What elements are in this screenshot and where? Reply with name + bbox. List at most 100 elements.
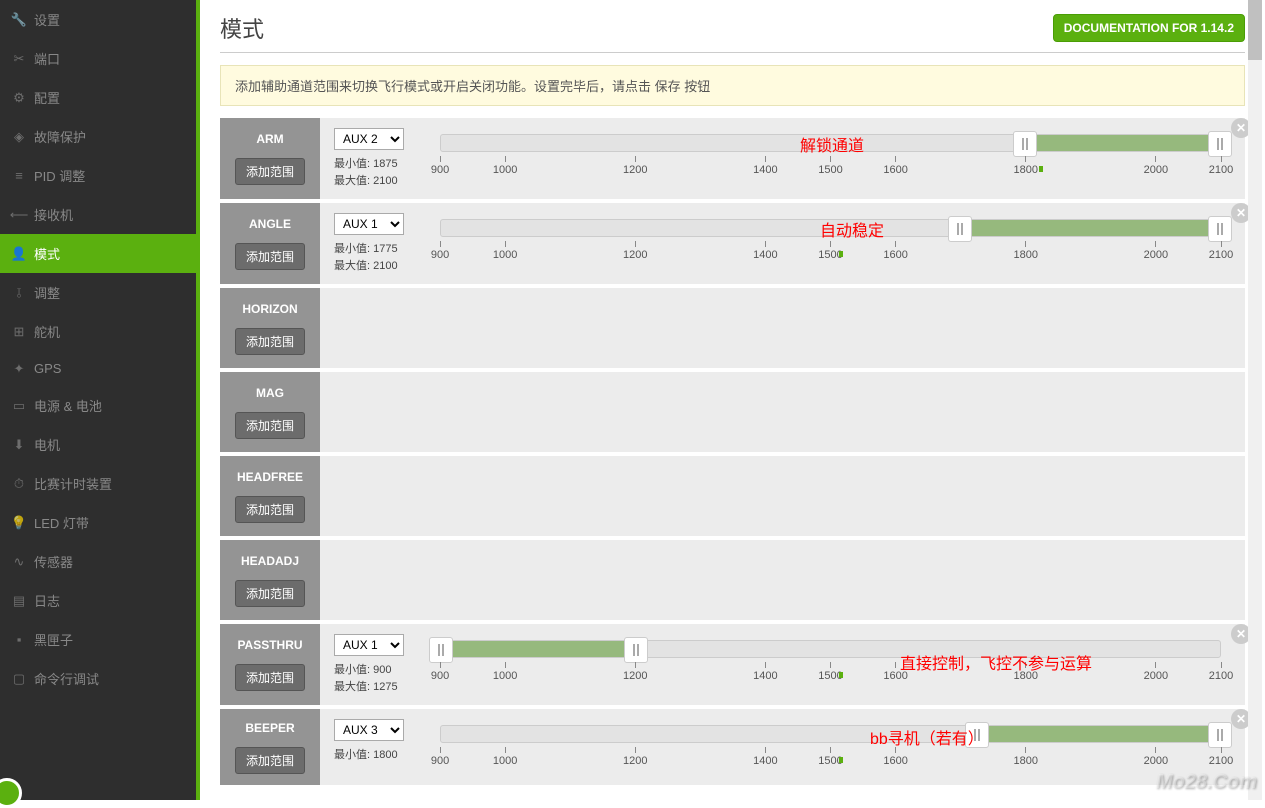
sidebar-item-tune[interactable]: ⫱调整 [0,273,196,312]
notice-banner: 添加辅助通道范围来切换飞行模式或开启关闭功能。设置完毕后，请点击 保存 按钮 [220,65,1245,106]
sidebar-item-motor[interactable]: ⬇ 电机 [0,425,196,464]
sidebar-item-label: 舵机 [34,322,60,341]
sidebar-item-gear[interactable]: ⚙ 配置 [0,78,196,117]
sidebar-item-sliders[interactable]: ≡PID 调整 [0,156,196,195]
mode-name: MAG [256,386,284,400]
range-fill [977,726,1220,742]
sidebar-item-plug[interactable]: ✂端口 [0,39,196,78]
cli-icon: ▢ [12,672,26,686]
mode-label: BEEPER添加范围 [220,709,320,785]
sidebar-item-timer[interactable]: ⏱比赛计时装置 [0,464,196,503]
sidebar-item-label: 配置 [34,88,60,107]
scrollbar[interactable] [1248,0,1262,800]
handle-right[interactable] [1208,722,1232,748]
sidebar-item-user[interactable]: 👤模式 [0,234,196,273]
documentation-button[interactable]: DOCUMENTATION FOR 1.14.2 [1053,14,1245,42]
sidebar-item-blackbox[interactable]: ▪ 黑匣子 [0,620,196,659]
sidebar-item-label: 日志 [34,591,60,610]
slider-area: 90010001200140015001600180020002100bb寻机（… [430,719,1231,775]
aux-select[interactable]: AUX 1AUX 2AUX 3AUX 4 [334,213,404,235]
slider-area: 90010001200140015001600180020002100直接控制，… [430,634,1231,690]
led-icon: 💡 [12,516,26,530]
sidebar-item-label: 设置 [34,10,60,29]
mode-body: AUX 1AUX 2AUX 3AUX 4 最小值: 1775最大值: 2100 90… [320,203,1245,284]
mode-row-headadj: HEADADJ 添加范围 [220,540,1245,620]
motor-icon: ⬇ [12,438,26,452]
mode-row-mag: MAG 添加范围 [220,372,1245,452]
handle-left[interactable] [948,216,972,242]
handle-right[interactable] [1208,216,1232,242]
mode-name: HORIZON [242,302,297,316]
handle-right[interactable] [624,637,648,663]
mode-label: ANGLE添加范围 [220,203,320,284]
add-range-button[interactable]: 添加范围 [235,664,305,691]
slider-area: 90010001200140015001600180020002100自动稳定 [430,213,1231,269]
mode-row-passthru: PASSTHRU 添加范围 AUX 1AUX 2AUX 3AUX 4 最小值: 900… [220,624,1245,705]
timer-icon: ⏱ [12,477,26,491]
sidebar-item-label: 电机 [34,435,60,454]
handle-left[interactable] [965,722,989,748]
sidebar-item-label: 模式 [34,244,60,263]
aux-select[interactable]: AUX 1AUX 2AUX 3AUX 4 [334,719,404,741]
receiver-icon: ⟵ [12,208,26,222]
sidebar-item-label: 端口 [34,49,60,68]
sidebar-item-label: 黑匣子 [34,630,73,649]
minmax-display: 最小值: 1875最大值: 2100 [334,156,414,189]
add-range-button[interactable]: 添加范围 [235,158,305,185]
battery-icon: ▭ [12,399,26,413]
mode-name: HEADADJ [241,554,299,568]
handle-right[interactable] [1208,131,1232,157]
aux-select[interactable]: AUX 1AUX 2AUX 3AUX 4 [334,128,404,150]
mode-row-arm: ARM 添加范围 AUX 1AUX 2AUX 3AUX 4 最小值: 1875最大值:… [220,118,1245,199]
sidebar-item-battery[interactable]: ▭ 电源 & 电池 [0,386,196,425]
main-content: 模式 DOCUMENTATION FOR 1.14.2 添加辅助通道范围来切换飞… [200,0,1265,800]
gps-icon: ✦ [12,362,26,376]
blackbox-icon: ▪ [12,633,26,647]
sidebar-item-servo[interactable]: ⊞舵机 [0,312,196,351]
sidebar-item-label: LED 灯带 [34,513,89,532]
slider-track[interactable] [440,219,1221,237]
slider-area: 90010001200140015001600180020002100解锁通道 [430,128,1231,184]
slider-track[interactable] [440,725,1221,743]
mode-name: PASSTHRU [237,638,302,652]
mode-row-headfree: HEADFREE添加范围 [220,456,1245,536]
sidebar-item-label: GPS [34,361,61,376]
handle-left[interactable] [1013,131,1037,157]
slider-track[interactable] [440,640,1221,658]
add-range-button[interactable]: 添加范围 [235,496,305,523]
mode-label: HEADADJ 添加范围 [220,540,320,620]
mode-body [320,372,1245,452]
minmax-display: 最小值: 1775最大值: 2100 [334,241,414,274]
sidebar-item-parachute[interactable]: ◈故障保护 [0,117,196,156]
mode-row-angle: ANGLE添加范围 AUX 1AUX 2AUX 3AUX 4 最小值: 1775最大… [220,203,1245,284]
add-range-button[interactable]: 添加范围 [235,243,305,270]
gear-icon: ⚙ [12,91,26,105]
mode-label: HEADFREE添加范围 [220,456,320,536]
sidebar-item-receiver[interactable]: ⟵接收机 [0,195,196,234]
sidebar-item-cli[interactable]: ▢命令行调试 [0,659,196,698]
add-range-button[interactable]: 添加范围 [235,412,305,439]
sidebar-item-label: 传感器 [34,552,73,571]
add-range-button[interactable]: 添加范围 [235,747,305,774]
mode-label: PASSTHRU 添加范围 [220,624,320,705]
add-range-button[interactable]: 添加范围 [235,328,305,355]
sidebar-item-wrench[interactable]: 🔧设置 [0,0,196,39]
sidebar-item-label: 调整 [34,283,60,302]
mode-label: MAG 添加范围 [220,372,320,452]
minmax-display: 最小值: 900最大值: 1275 [334,662,414,695]
sidebar-item-gps[interactable]: ✦ GPS [0,351,196,386]
sidebar-item-led[interactable]: 💡 LED 灯带 [0,503,196,542]
header: 模式 DOCUMENTATION FOR 1.14.2 [220,12,1245,53]
minmax-display: 最小值: 1800 [334,747,414,764]
aux-select[interactable]: AUX 1AUX 2AUX 3AUX 4 [334,634,404,656]
scrollbar-thumb[interactable] [1248,0,1262,60]
mode-label: ARM 添加范围 [220,118,320,199]
add-range-button[interactable]: 添加范围 [235,580,305,607]
sidebar-item-log[interactable]: ▤日志 [0,581,196,620]
slider-track[interactable] [440,134,1221,152]
handle-left[interactable] [429,637,453,663]
mode-name: ARM [256,132,283,146]
sidebar-item-label: 电源 & 电池 [34,396,102,415]
sidebar-item-sensor[interactable]: ∿传感器 [0,542,196,581]
sidebar-item-label: 故障保护 [34,127,86,146]
